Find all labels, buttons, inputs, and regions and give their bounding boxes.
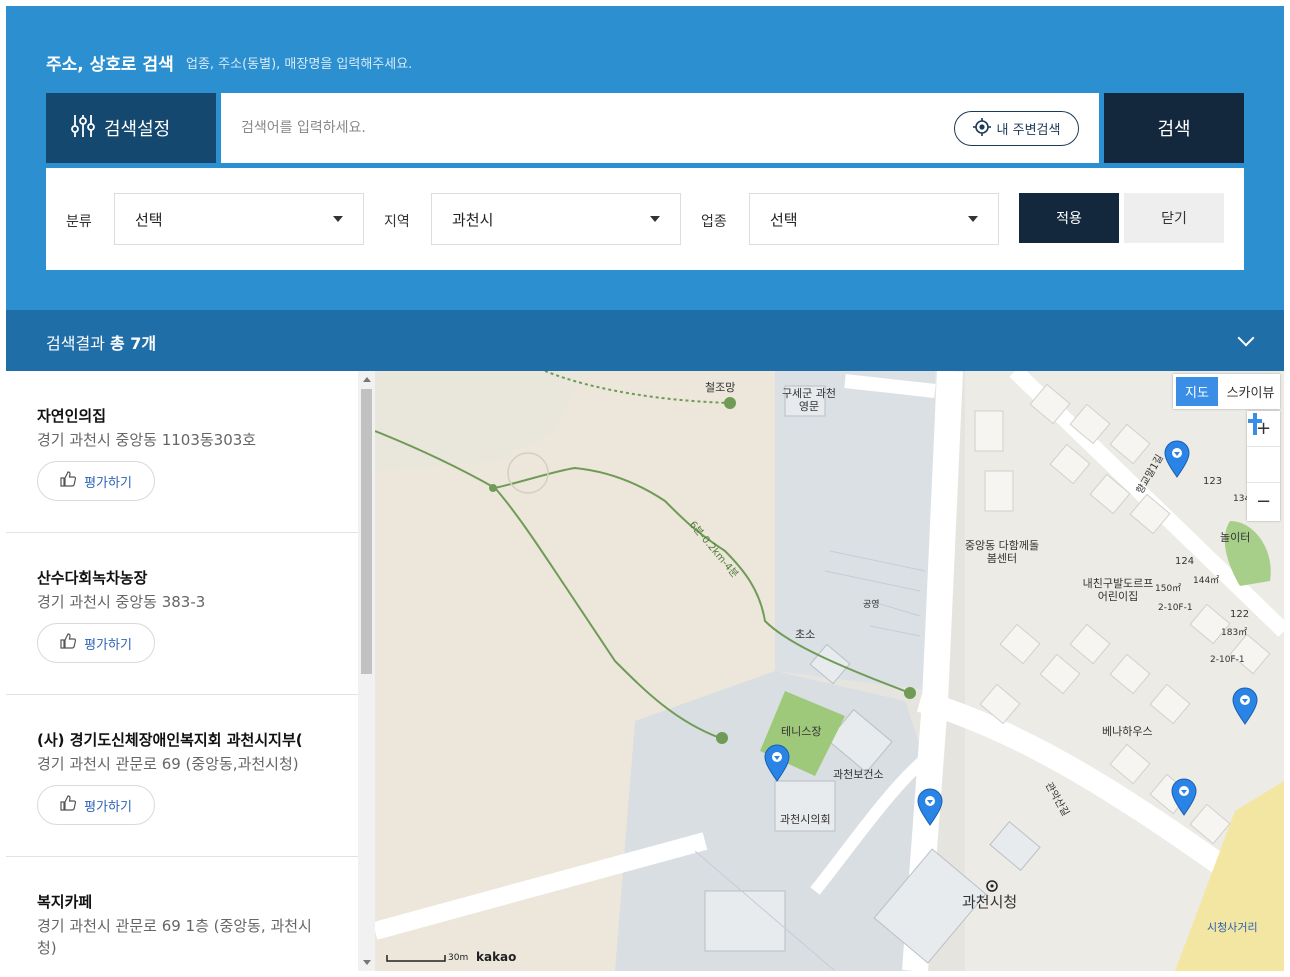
list-item[interactable]: 복지카페 경기 과천시 관문로 69 1층 (중앙동, 과천시청) bbox=[6, 857, 358, 971]
rate-label: 평가하기 bbox=[84, 637, 132, 653]
location-target-icon bbox=[972, 117, 991, 140]
zoom-control: + − bbox=[1247, 411, 1280, 521]
map-label: 내친구발도르프 어린이집 bbox=[1082, 577, 1154, 603]
region-select[interactable]: 과천시 bbox=[431, 193, 681, 245]
map-label: 중앙동 다함께돌봄센터 bbox=[964, 539, 1040, 565]
chevron-down-icon bbox=[333, 216, 343, 222]
map-label: 시청사거리 bbox=[1207, 921, 1258, 934]
result-list: 자연인의집 경기 과천시 중앙동 1103동303호 평가하기 산수다회녹차농장… bbox=[6, 371, 358, 971]
map-label: 150㎡ bbox=[1155, 584, 1182, 594]
search-hint: 업종, 주소(동별), 매장명을 입력해주세요. bbox=[186, 57, 413, 72]
result-bar[interactable]: 검색결과 총 7개 bbox=[6, 310, 1284, 371]
business-label: 업종 bbox=[701, 214, 727, 230]
item-name: 산수다회녹차농장 bbox=[37, 569, 148, 587]
search-settings-button[interactable]: 검색설정 bbox=[46, 93, 216, 163]
rate-button[interactable]: 평가하기 bbox=[37, 461, 155, 501]
list-item[interactable]: 산수다회녹차농장 경기 과천시 중앙동 383-3 평가하기 bbox=[6, 533, 358, 695]
region-label: 지역 bbox=[384, 214, 410, 230]
category-value: 선택 bbox=[135, 210, 163, 229]
item-name: 자연인의집 bbox=[37, 407, 107, 425]
map-label: 공영 bbox=[863, 600, 880, 610]
map-brand-logo: kakao bbox=[476, 950, 517, 964]
map-label: 2-10F-1 bbox=[1210, 655, 1245, 665]
category-select[interactable]: 선택 bbox=[114, 193, 364, 245]
close-button[interactable]: 닫기 bbox=[1124, 193, 1224, 243]
map-scale-label: 30m bbox=[448, 953, 469, 963]
map-marker[interactable] bbox=[1232, 687, 1258, 725]
result-prefix: 검색결과 bbox=[46, 334, 105, 353]
map-label: 놀이터 bbox=[1220, 531, 1251, 544]
map-label: 183㎡ bbox=[1221, 628, 1248, 638]
nearby-search-label: 내 주변검색 bbox=[996, 123, 1061, 138]
item-address: 경기 과천시 중앙동 1103동303호 bbox=[37, 431, 257, 449]
map-label: 124 bbox=[1175, 556, 1195, 567]
thumbs-up-icon bbox=[60, 795, 77, 815]
search-box: 내 주변검색 bbox=[221, 93, 1099, 163]
item-address: 경기 과천시 중앙동 383-3 bbox=[37, 593, 206, 611]
scroll-down-icon[interactable] bbox=[363, 960, 371, 965]
result-count: 검색결과 총 7개 bbox=[46, 330, 156, 354]
search-button[interactable]: 검색 bbox=[1104, 93, 1244, 163]
map-label: 구세군 과천영문 bbox=[781, 387, 837, 413]
rate-label: 평가하기 bbox=[84, 799, 132, 815]
map-label: 철조망 bbox=[705, 381, 736, 394]
business-value: 선택 bbox=[770, 210, 798, 229]
search-panel: 주소, 상호로 검색 업종, 주소(동별), 매장명을 입력해주세요. 검색설정 bbox=[6, 6, 1284, 310]
map-label: 초소 bbox=[795, 628, 816, 641]
scrollbar-thumb[interactable] bbox=[361, 389, 372, 674]
map-type-skyview-button[interactable]: 스카이뷰 bbox=[1221, 374, 1280, 409]
list-item[interactable]: 자연인의집 경기 과천시 중앙동 1103동303호 평가하기 bbox=[6, 371, 358, 533]
item-name: (사) 경기도신체장애인복지회 과천시지부( bbox=[37, 731, 303, 749]
rate-button[interactable]: 평가하기 bbox=[37, 623, 155, 663]
map-label: 과천시의회 bbox=[780, 813, 831, 826]
zoom-out-button[interactable]: − bbox=[1247, 483, 1280, 519]
map-type-map-button[interactable]: 지도 bbox=[1176, 377, 1218, 406]
map-label: 123 bbox=[1203, 476, 1223, 487]
map-label: 2-10F-1 bbox=[1158, 603, 1193, 613]
filter-panel: 분류 선택 지역 과천시 업종 선택 적용 닫기 bbox=[46, 168, 1244, 270]
map-label: 144㎡ bbox=[1193, 576, 1220, 586]
search-input[interactable] bbox=[241, 113, 921, 143]
map-label: 과천보건소 bbox=[833, 768, 884, 781]
rate-button[interactable]: 평가하기 bbox=[37, 785, 155, 825]
result-count-text: 총 7개 bbox=[109, 334, 157, 353]
item-address: 경기 과천시 관문로 69 1층 (중앙동, 과천시청) bbox=[37, 917, 312, 957]
map-marker[interactable] bbox=[1171, 778, 1197, 816]
category-label: 분류 bbox=[66, 214, 92, 230]
sliders-icon bbox=[70, 113, 96, 144]
chevron-down-icon bbox=[650, 216, 660, 222]
chevron-down-icon bbox=[968, 216, 978, 222]
map-label: 122 bbox=[1230, 609, 1250, 620]
map-marker[interactable] bbox=[1164, 440, 1190, 478]
item-address: 경기 과천시 관문로 69 (중앙동,과천시청) bbox=[37, 755, 299, 773]
map-marker[interactable] bbox=[917, 788, 943, 826]
business-select[interactable]: 선택 bbox=[749, 193, 999, 245]
search-heading: 주소, 상호로 검색 bbox=[46, 55, 174, 75]
map-view[interactable]: 철조망 구세군 과천영문 중앙동 다함께돌봄센터 내친구발도르프 어린이집 초소… bbox=[375, 371, 1284, 971]
apply-button[interactable]: 적용 bbox=[1019, 193, 1119, 243]
map-label: 테니스장 bbox=[781, 725, 822, 738]
item-name: 복지카페 bbox=[37, 893, 93, 911]
rate-label: 평가하기 bbox=[84, 475, 132, 491]
nearby-search-button[interactable]: 내 주변검색 bbox=[954, 111, 1079, 146]
map-label: 베나하우스 bbox=[1102, 725, 1153, 738]
thumbs-up-icon bbox=[60, 471, 77, 491]
scroll-up-icon[interactable] bbox=[363, 377, 371, 382]
list-scrollbar[interactable] bbox=[358, 371, 375, 971]
region-value: 과천시 bbox=[452, 210, 494, 229]
map-marker[interactable] bbox=[764, 744, 790, 782]
thumbs-up-icon bbox=[60, 633, 77, 653]
list-item[interactable]: (사) 경기도신체장애인복지회 과천시지부( 경기 과천시 관문로 69 (중앙… bbox=[6, 695, 358, 857]
map-label: 과천시청 bbox=[962, 893, 1018, 911]
search-settings-label: 검색설정 bbox=[104, 119, 171, 140]
map-type-toggle: 지도 스카이뷰 bbox=[1173, 374, 1280, 409]
chevron-down-icon[interactable] bbox=[1237, 329, 1255, 347]
zoom-slider-handle[interactable] bbox=[1247, 413, 1280, 483]
